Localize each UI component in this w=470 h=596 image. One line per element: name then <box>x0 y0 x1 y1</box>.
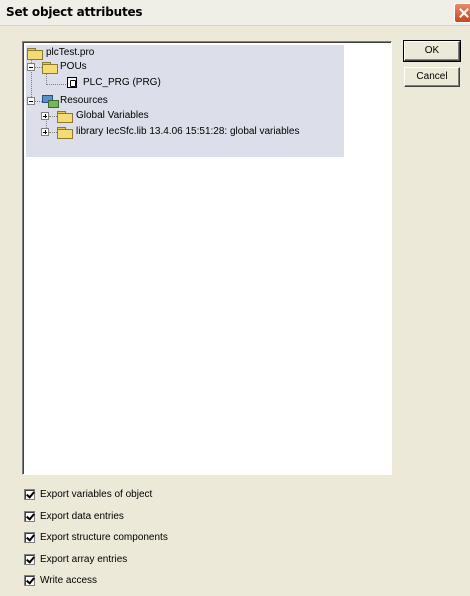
collapse-icon[interactable] <box>27 97 35 105</box>
folder-open-icon <box>42 62 58 74</box>
tree-node-plc-prg-label: PLC_PRG (PRG) <box>83 77 161 88</box>
option-label: Export structure components <box>40 532 168 543</box>
checkbox[interactable] <box>24 554 35 565</box>
folder-icon <box>57 111 73 123</box>
checkbox[interactable] <box>24 489 35 500</box>
tree-node-root[interactable]: plcTest.pro <box>27 46 347 60</box>
expand-icon[interactable] <box>41 112 49 120</box>
checkbox[interactable] <box>24 575 35 586</box>
ok-button[interactable]: OK <box>403 40 461 62</box>
dialog-title: Set object attributes <box>6 5 143 19</box>
set-object-attributes-dialog: Set object attributes plcTest.pro POUs P… <box>0 0 470 596</box>
tree-node-resources[interactable]: Resources <box>27 94 327 108</box>
folder-icon <box>57 127 73 139</box>
close-icon[interactable] <box>454 3 470 23</box>
folder-open-icon <box>27 48 43 60</box>
tree-node-library[interactable]: library IecSfc.lib 13.4.06 15:51:28: glo… <box>41 125 341 139</box>
title-bar[interactable]: Set object attributes <box>0 0 470 26</box>
tree-node-plc-prg[interactable]: PLC_PRG (PRG) <box>63 76 343 90</box>
tree-node-resources-label: Resources <box>60 95 108 106</box>
option-label: Write access <box>40 575 98 586</box>
checkbox[interactable] <box>24 511 35 522</box>
cancel-button[interactable]: Cancel <box>404 67 460 87</box>
checkbox[interactable] <box>24 532 35 543</box>
tree-node-pous[interactable]: POUs <box>27 60 327 74</box>
resources-icon <box>42 95 59 108</box>
tree-node-pous-label: POUs <box>60 61 87 72</box>
tree-node-library-label: library IecSfc.lib 13.4.06 15:51:28: glo… <box>76 126 300 137</box>
option-label: Export array entries <box>40 554 128 565</box>
option-label: Export data entries <box>40 511 124 522</box>
collapse-icon[interactable] <box>27 63 35 71</box>
object-tree[interactable]: plcTest.pro POUs PLC_PRG (PRG) Resources <box>22 41 392 475</box>
tree-node-global-variables-label: Global Variables <box>76 110 149 121</box>
expand-icon[interactable] <box>41 128 49 136</box>
option-label: Export variables of object <box>40 489 153 500</box>
tree-node-global-variables[interactable]: Global Variables <box>41 109 341 123</box>
program-icon <box>67 77 77 88</box>
tree-node-root-label: plcTest.pro <box>46 47 95 58</box>
